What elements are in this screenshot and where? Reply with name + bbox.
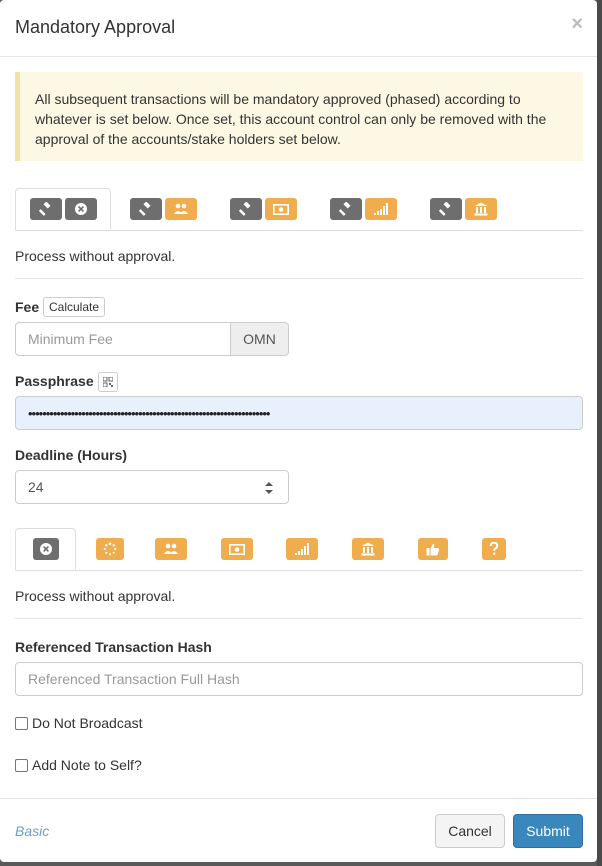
tab-phasing-hash[interactable]	[467, 528, 521, 570]
fee-label: Fee	[15, 299, 40, 315]
qr-code-icon[interactable]	[98, 372, 118, 392]
times-circle-icon	[64, 198, 97, 220]
control-description: Process without approval.	[15, 248, 176, 264]
passphrase-input[interactable]: ••••••••••••••••••••••••••••••••••••••••…	[15, 396, 583, 430]
gavel-icon	[229, 198, 262, 220]
modal-header: Mandatory Approval ×	[0, 0, 597, 57]
money-icon	[220, 538, 253, 560]
basic-mode-link[interactable]: Basic	[15, 823, 49, 839]
gavel-icon	[29, 198, 62, 220]
bank-icon	[351, 538, 384, 560]
add-note-checkbox[interactable]	[15, 758, 28, 772]
times-circle-icon	[32, 538, 59, 560]
bank-icon	[464, 198, 497, 220]
do-not-broadcast-row[interactable]: Do Not Broadcast	[15, 715, 143, 731]
fee-unit-addon: OMN	[231, 322, 289, 356]
tab-phasing-currency[interactable]	[337, 528, 398, 570]
users-icon	[164, 198, 197, 220]
tab-phasing-whitelist[interactable]	[140, 528, 201, 570]
add-note-label: Add Note to Self?	[32, 757, 142, 773]
money-icon	[264, 198, 297, 220]
calculate-fee-button[interactable]: Calculate	[43, 297, 105, 317]
mandatory-approval-modal: Mandatory Approval × All subsequent tran…	[0, 0, 597, 862]
phasing-description: Process without approval.	[15, 588, 176, 604]
tab-phasing-vote[interactable]	[402, 528, 463, 570]
account-control-tabs	[15, 188, 583, 231]
thumbs-up-icon	[417, 538, 448, 560]
question-icon	[482, 538, 506, 560]
passphrase-label: Passphrase	[15, 373, 94, 389]
backdrop-edge	[597, 0, 602, 866]
gavel-icon	[329, 198, 362, 220]
signal-icon	[364, 198, 397, 220]
divider	[15, 618, 583, 619]
submit-button[interactable]: Submit	[513, 814, 583, 848]
gavel-icon	[129, 198, 162, 220]
tab-asset[interactable]	[315, 188, 411, 230]
do-not-broadcast-checkbox[interactable]	[15, 716, 28, 730]
modal-title: Mandatory Approval	[15, 17, 176, 37]
info-alert: All subsequent transactions will be mand…	[15, 72, 583, 161]
phasing-tabs	[15, 528, 583, 571]
tab-no-approval[interactable]	[15, 188, 111, 230]
deadline-value: 24	[28, 479, 44, 495]
divider	[15, 278, 583, 279]
tab-phasing-asset[interactable]	[271, 528, 332, 570]
tab-phasing-loading[interactable]	[79, 528, 140, 570]
tab-phasing-balance[interactable]	[206, 528, 267, 570]
do-not-broadcast-label: Do Not Broadcast	[32, 715, 143, 731]
tab-balance[interactable]	[215, 188, 311, 230]
tab-currency[interactable]	[415, 188, 511, 230]
number-spinner-icon[interactable]	[264, 480, 274, 496]
close-icon[interactable]: ×	[571, 14, 583, 34]
tab-phasing-none[interactable]	[15, 528, 76, 570]
spinner-icon	[95, 538, 124, 560]
deadline-input[interactable]: 24	[15, 470, 289, 504]
users-icon	[154, 538, 187, 560]
footer-divider	[0, 798, 597, 799]
gavel-icon	[429, 198, 462, 220]
deadline-label: Deadline (Hours)	[15, 447, 128, 463]
signal-icon	[285, 538, 318, 560]
referenced-hash-label: Referenced Transaction Hash	[15, 639, 212, 655]
add-note-row[interactable]: Add Note to Self?	[15, 757, 142, 773]
fee-input[interactable]: Minimum Fee	[15, 322, 231, 356]
tab-whitelist[interactable]	[115, 188, 211, 230]
cancel-button[interactable]: Cancel	[435, 814, 505, 848]
referenced-hash-input[interactable]: Referenced Transaction Full Hash	[15, 662, 583, 696]
